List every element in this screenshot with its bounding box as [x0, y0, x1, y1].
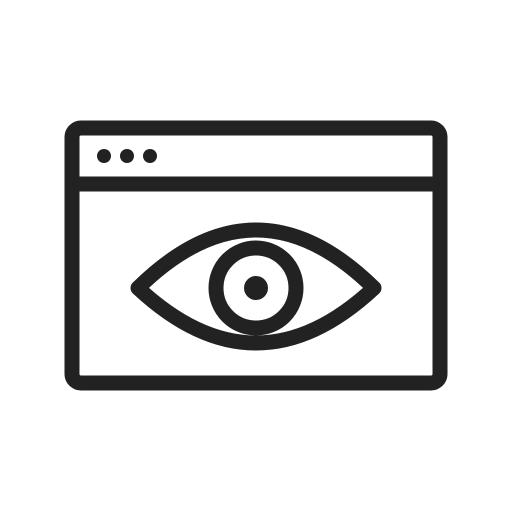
icon-canvas	[0, 0, 512, 512]
browser-window-eye-icon	[64, 120, 448, 391]
window-dot-icon	[120, 149, 134, 163]
eye-pupil-icon	[244, 276, 268, 300]
window-dot-icon	[97, 149, 111, 163]
window-dot-icon	[143, 149, 157, 163]
window-dots	[97, 149, 157, 163]
